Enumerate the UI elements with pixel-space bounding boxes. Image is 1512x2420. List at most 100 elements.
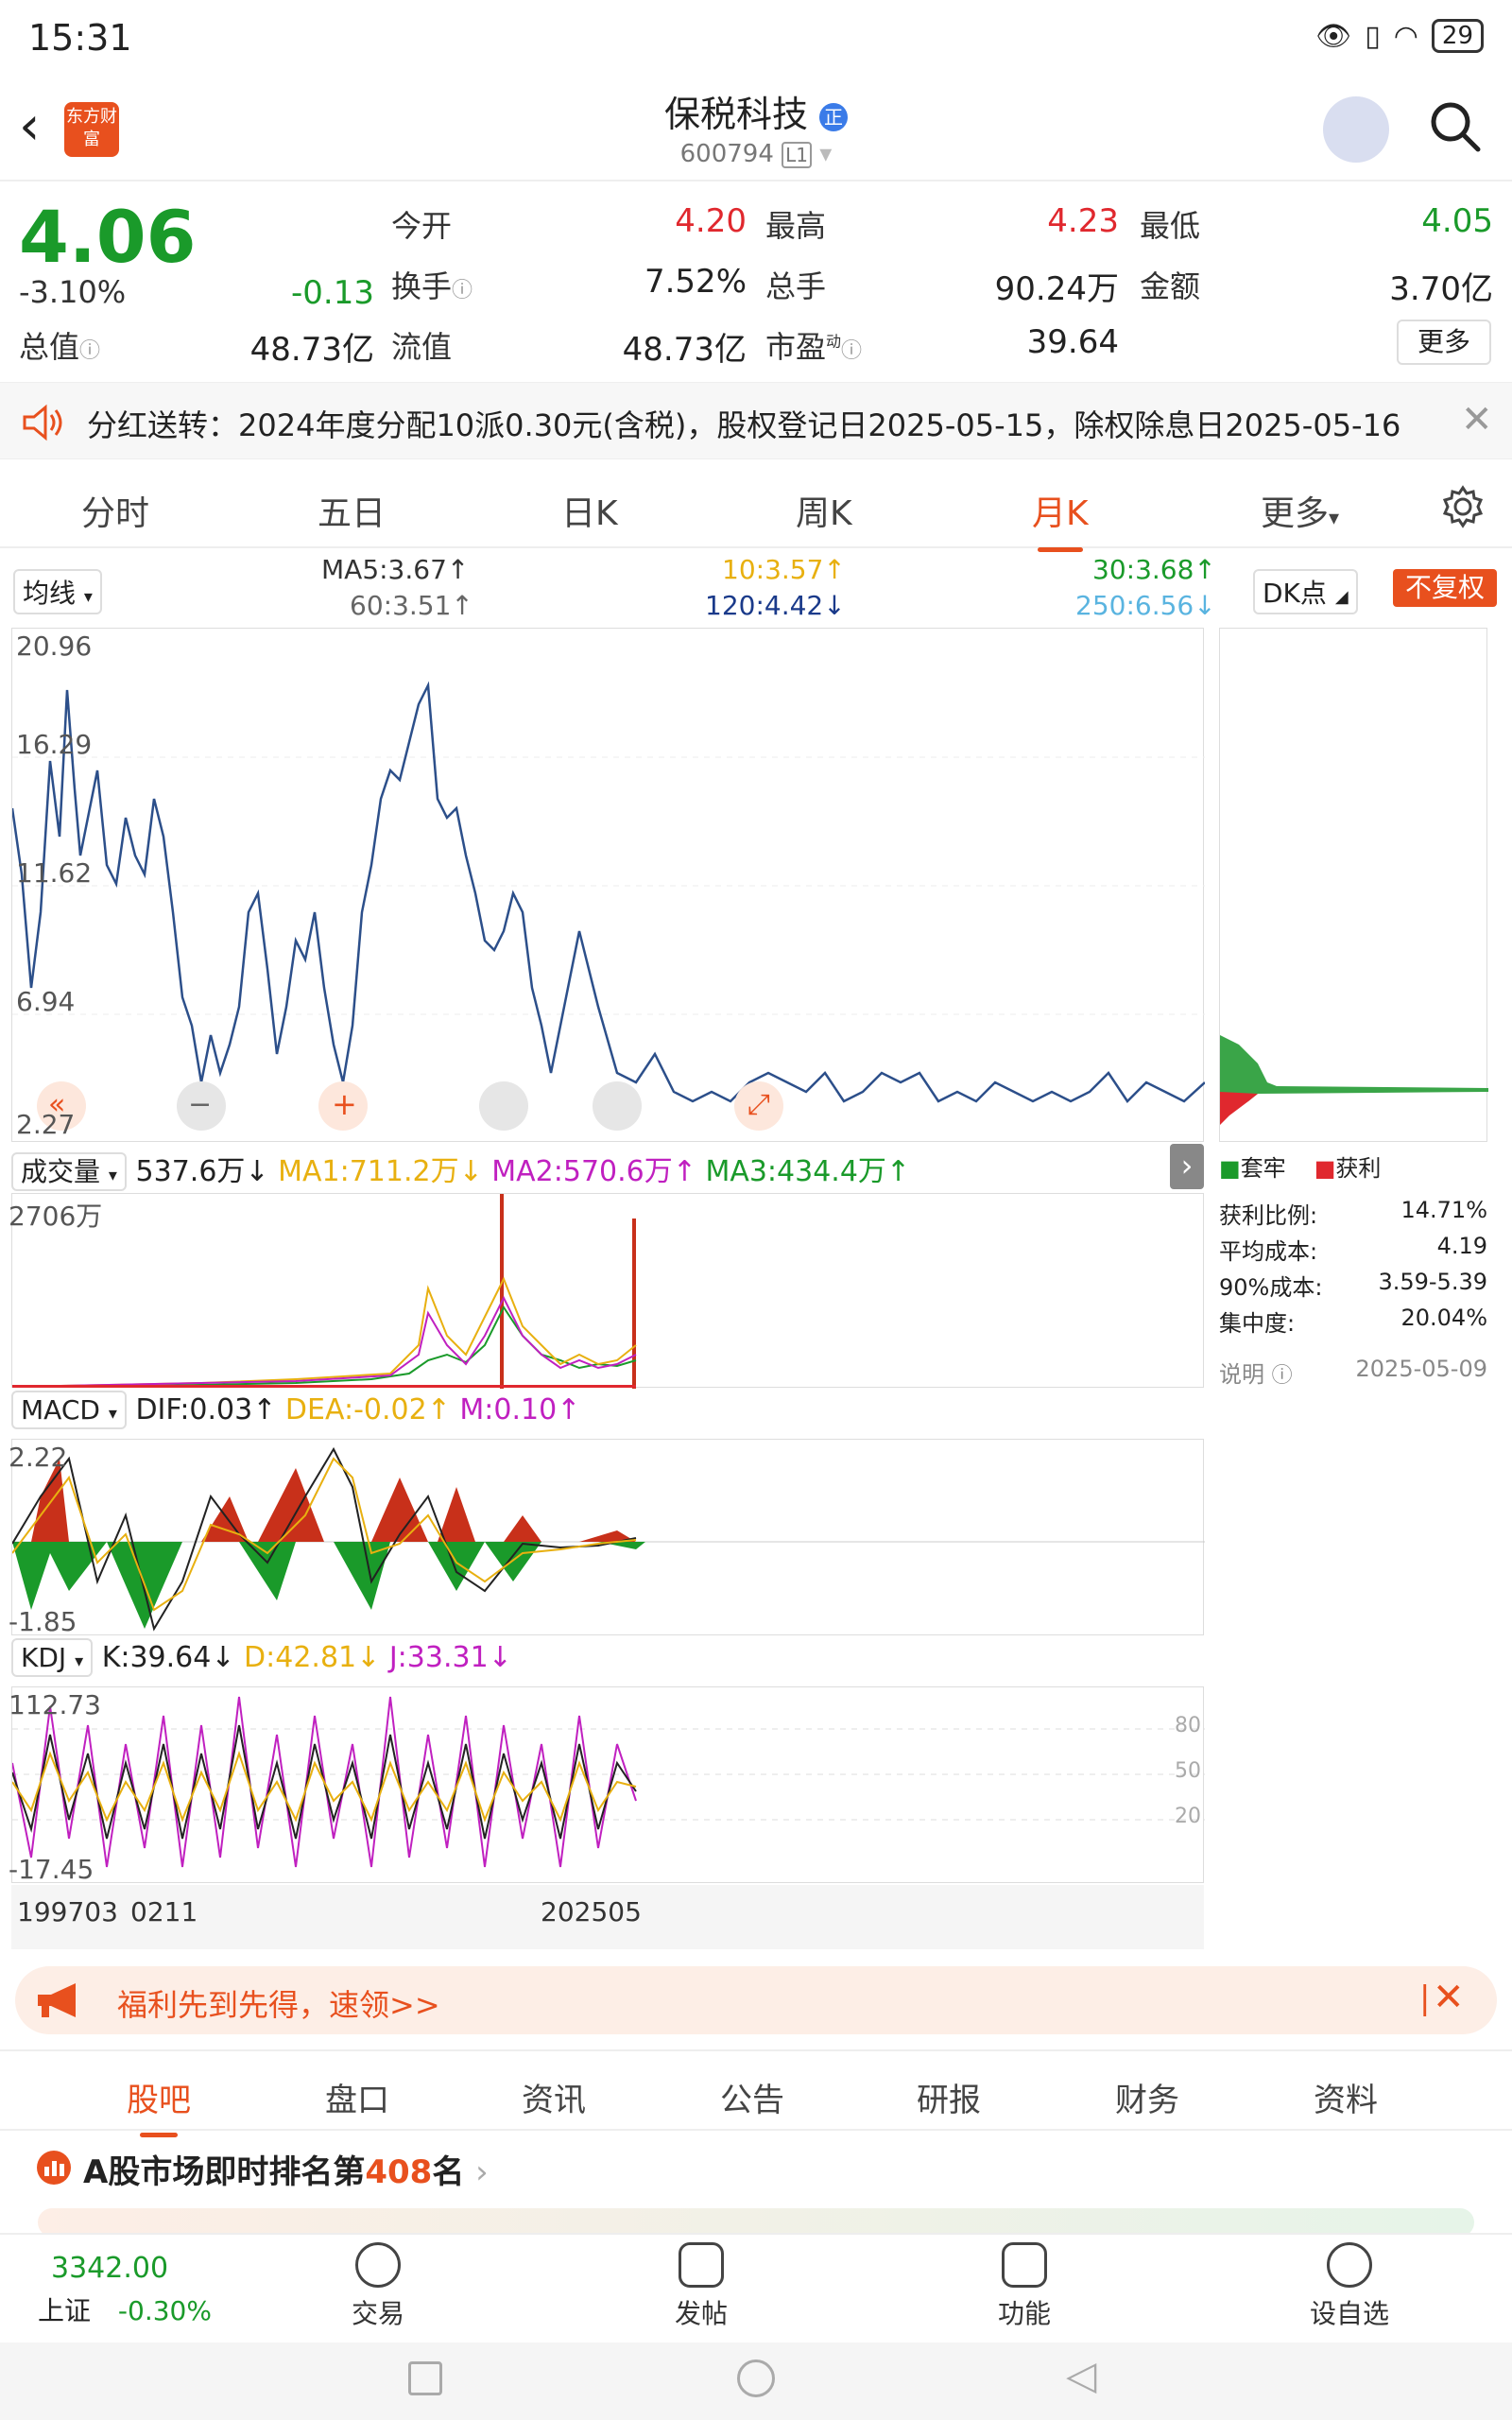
total-mv-label[interactable]: 总值ⓘ [19, 323, 100, 367]
close-icon[interactable]: ✕ [1461, 398, 1493, 441]
post-button[interactable]: 发帖 [635, 2242, 767, 2331]
market-rank[interactable]: A股市场即时排名第408名 › [0, 2133, 1512, 2246]
volume-chart-panel[interactable]: 2706万 [9, 1192, 1204, 1389]
float-mv-label: 流值 [391, 329, 453, 365]
kdj-level-20: 20 [1175, 1805, 1201, 1828]
change-percent: -3.10% [19, 274, 127, 310]
tab-pankou[interactable]: 盘口 [325, 2074, 389, 2120]
robot-assistant-icon[interactable] [1323, 96, 1389, 163]
monthly-price-line [10, 681, 1206, 1103]
chip-avg-cost: 平均成本: 4.19 [1219, 1233, 1487, 1265]
scroll-left-icon[interactable]: « [48, 1088, 65, 1121]
chip-concentration: 集中度: 20.04% [1219, 1305, 1487, 1337]
expand-panel-icon[interactable]: › [1170, 1144, 1204, 1189]
more-quote-button[interactable]: 更多 [1397, 320, 1491, 365]
no-adjust-button[interactable]: 不复权 [1393, 569, 1497, 607]
tab-finance[interactable]: 财务 [1115, 2074, 1179, 2120]
functions-button[interactable]: 功能 [958, 2242, 1091, 2331]
close-promo-icon[interactable]: ✕ [1433, 1976, 1465, 2019]
back-nav-icon[interactable]: ◁ [1066, 2352, 1096, 2398]
kdj-level-50: 50 [1175, 1759, 1201, 1783]
chip-distribution-panel[interactable] [1219, 628, 1488, 1142]
ma120-value: 120:4.42↓ [705, 590, 846, 621]
chevron-down-icon: ▾ [819, 140, 833, 168]
macd-dif: DIF:0.03↑ [135, 1393, 277, 1426]
high-label: 最高 [765, 208, 827, 244]
more-dots-icon [1327, 2242, 1372, 2288]
open-value: 4.20 [675, 202, 747, 240]
fullscreen-icon[interactable]: ⤢ [747, 1088, 770, 1121]
dividend-notice[interactable]: 分红送转：2024年度分配10派0.30元(含税)，股权登记日2025-05-1… [0, 382, 1512, 459]
tab-more[interactable]: 更多▾ [1261, 486, 1339, 535]
kdj-legend: KDJ ▾ K:39.64↓ D:42.81↓ J:33.31↓ [11, 1638, 512, 1677]
recent-apps-icon[interactable] [408, 2361, 442, 2395]
current-price: 4.06 [19, 195, 197, 279]
vibrate-icon: ▯ [1365, 19, 1381, 53]
volume-value: 537.6万↓ [135, 1155, 269, 1188]
price-tick-3: 11.62 [16, 857, 93, 889]
price-chart-panel[interactable]: 20.96 16.29 11.62 6.94 2.27 « − + ⤢ [10, 628, 1206, 1142]
settings-gear-icon[interactable] [1440, 484, 1486, 529]
volume-label: 总手 [765, 268, 827, 304]
pe-label[interactable]: 市盈动ⓘ [765, 323, 862, 367]
turnover-value: 7.52% [644, 263, 747, 301]
open-label: 今开 [391, 208, 453, 244]
tab-profile[interactable]: 资料 [1314, 2074, 1378, 2120]
turnover-label[interactable]: 换手ⓘ [391, 263, 472, 306]
price-chart [10, 681, 1206, 1131]
tab-five-day[interactable]: 五日 [318, 486, 386, 535]
date-axis: 199703 0211 202505 [11, 1885, 1204, 1949]
tab-guba[interactable]: 股吧 [127, 2074, 191, 2137]
macd-chart-panel[interactable]: 2.22 -1.85 [9, 1439, 1205, 1637]
ma60-value: 60:3.51↑ [350, 590, 473, 621]
date-start: 199703 [17, 1896, 118, 1927]
tab-announcements[interactable]: 公告 [720, 2074, 784, 2120]
trade-button[interactable]: 交易 [312, 2242, 444, 2331]
dk-point-select[interactable]: DK点 ◢ [1253, 569, 1358, 614]
kdj-min: -17.45 [9, 1854, 94, 1885]
tab-weekly-k[interactable]: 周K [796, 486, 852, 535]
macd-select[interactable]: MACD ▾ [11, 1391, 127, 1429]
ma-select[interactable]: 均线 ▾ [13, 569, 102, 614]
tab-daily-k[interactable]: 日K [561, 486, 618, 535]
index-change: -0.30% [117, 2295, 212, 2326]
volume-ma2: MA2:570.6万↑ [491, 1155, 696, 1188]
add-watchlist-button[interactable]: 设自选 [1283, 2242, 1416, 2331]
stock-header: ‹ 东方财富 保税科技 正 600794 L1 ▾ [0, 76, 1512, 182]
promo-text: 福利先到先得，速领>> [117, 1987, 440, 2023]
chip-footer: 说明 ⓘ 2025-05-09 [1219, 1356, 1487, 1389]
high-value: 4.23 [1047, 202, 1119, 240]
kdj-select[interactable]: KDJ ▾ [11, 1638, 94, 1677]
volume-chart [11, 1192, 637, 1389]
tab-monthly-k[interactable]: 月K [1032, 486, 1089, 552]
status-bar: 15:31 👁 ▯ ◠ 29 [0, 0, 1512, 76]
index-name: 上证 [38, 2295, 92, 2326]
search-icon[interactable] [1427, 98, 1484, 155]
home-icon[interactable] [737, 2360, 775, 2397]
date-end: 202505 [541, 1896, 642, 1927]
low-value: 4.05 [1421, 202, 1493, 240]
eye-icon: 👁 [1315, 19, 1352, 53]
zoom-out-icon[interactable]: − [188, 1088, 212, 1121]
tab-research[interactable]: 研报 [917, 2074, 981, 2120]
volume-max: 2706万 [9, 1201, 103, 1232]
volume-select[interactable]: 成交量 ▾ [11, 1152, 127, 1191]
amount-label: 金额 [1140, 268, 1201, 304]
volume-ma1: MA1:711.2万↓ [278, 1155, 483, 1188]
float-mv-value: 48.73亿 [622, 331, 747, 369]
tab-intraday[interactable]: 分时 [81, 486, 149, 535]
macd-m: M:0.10↑ [459, 1393, 581, 1426]
tab-news[interactable]: 资讯 [522, 2074, 586, 2120]
kdj-chart-panel[interactable]: 112.73 -17.45 80 50 20 [9, 1686, 1205, 1885]
bottom-toolbar: 3342.00 上证 -0.30% 交易 发帖 功能 设自选 [0, 2233, 1512, 2342]
kdj-max: 112.73 [9, 1689, 101, 1720]
promo-banner[interactable]: 福利先到先得，速领>> | ✕ [15, 1966, 1497, 2034]
enterprise-badge: 正 [819, 102, 849, 131]
chip-explain-link[interactable]: 说明 ⓘ [1219, 1356, 1293, 1389]
rank-chart-icon [37, 2151, 71, 2185]
ma10-value: 10:3.57↑ [722, 554, 846, 585]
zoom-in-icon[interactable]: + [332, 1086, 357, 1122]
trade-icon [355, 2242, 401, 2288]
index-quote[interactable]: 3342.00 上证 -0.30% [38, 2252, 212, 2328]
stock-code[interactable]: 600794 L1 ▾ [0, 140, 1512, 168]
